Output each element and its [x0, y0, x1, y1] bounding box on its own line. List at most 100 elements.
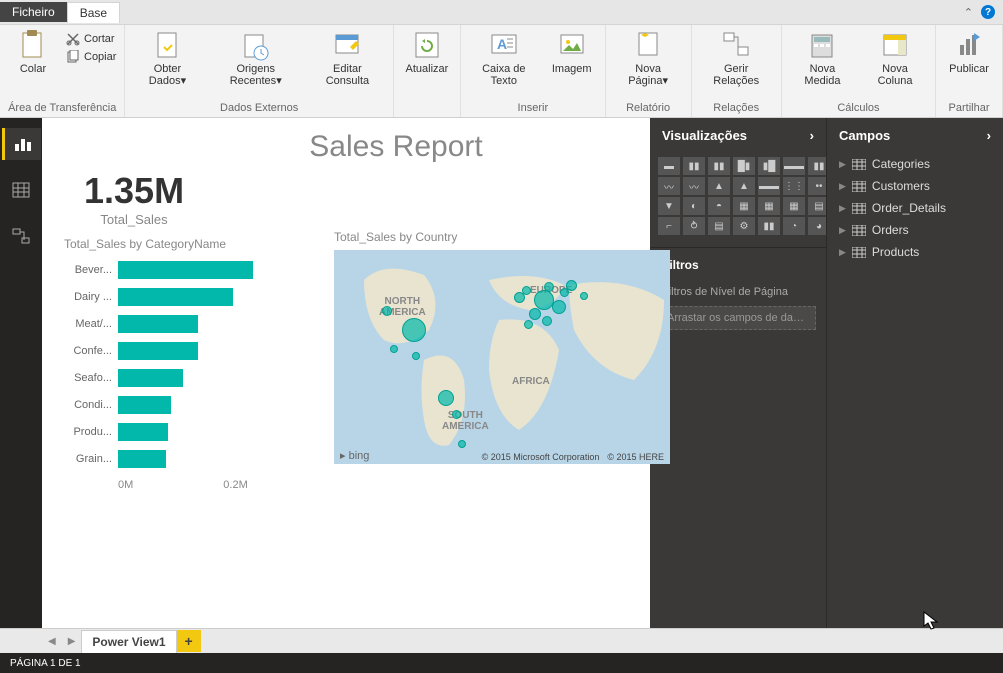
bar-row[interactable]: Meat/...	[64, 311, 284, 336]
new-page-icon	[632, 29, 664, 61]
add-page-button[interactable]: +	[177, 630, 201, 652]
share-label: Partilhar	[942, 102, 996, 115]
field-table[interactable]: ▶Customers	[827, 175, 1003, 197]
edit-query-button[interactable]: Editar Consulta	[308, 27, 387, 102]
table-icon	[852, 203, 866, 214]
tab-file[interactable]: Ficheiro	[0, 2, 67, 22]
viz-type-button[interactable]: █▮	[733, 157, 755, 175]
paste-button[interactable]: Colar	[6, 27, 60, 102]
image-button[interactable]: Imagem	[545, 27, 599, 102]
map-attribution: © 2015 Microsoft Corporation© 2015 HERE	[482, 452, 664, 462]
insert-label: Inserir	[467, 102, 599, 115]
tab-home[interactable]: Base	[67, 2, 120, 23]
viz-type-button[interactable]: ⥁	[683, 217, 705, 235]
field-table[interactable]: ▶Products	[827, 241, 1003, 263]
chevron-right-icon[interactable]: ›	[810, 128, 814, 143]
viz-type-button[interactable]: ▮▮	[683, 157, 705, 175]
edit-query-icon	[331, 29, 363, 61]
viz-type-button[interactable]: ▲	[708, 177, 730, 195]
get-data-button[interactable]: Obter Dados▾	[131, 27, 203, 102]
relations-label: Relações	[698, 102, 775, 115]
model-view-button[interactable]	[3, 220, 39, 252]
tab-next-icon[interactable]: ▶	[62, 636, 82, 647]
new-column-button[interactable]: Nova Coluna	[861, 27, 929, 102]
table-icon	[852, 225, 866, 236]
help-icon[interactable]: ?	[981, 5, 995, 19]
viz-type-button[interactable]: ⚙	[733, 217, 755, 235]
viz-type-button[interactable]: ▮▮	[708, 157, 730, 175]
refresh-button[interactable]: Atualizar	[400, 27, 454, 102]
page-filters-label: Filtros de Nível de Página	[650, 282, 826, 302]
new-page-button[interactable]: Nova Página▾	[612, 27, 685, 102]
viz-type-button[interactable]: ▼	[658, 197, 680, 215]
viz-type-button[interactable]: ▬▬	[783, 157, 805, 175]
bar-row[interactable]: Produ...	[64, 419, 284, 444]
world-map-icon	[334, 250, 670, 464]
recent-sources-button[interactable]: Origens Recentes▾	[208, 27, 304, 102]
new-measure-button[interactable]: Nova Medida	[788, 27, 857, 102]
filter-drop-zone[interactable]: Arrastar os campos de dados...	[660, 306, 816, 330]
external-data-label: Dados Externos	[131, 102, 387, 115]
viz-type-button[interactable]: ◔	[783, 217, 805, 235]
tab-prev-icon[interactable]: ◀	[42, 636, 62, 647]
bar-row[interactable]: Bever...	[64, 257, 284, 282]
viz-pane-title: Visualizações	[662, 128, 747, 143]
get-data-icon	[151, 29, 183, 61]
measure-icon	[806, 29, 838, 61]
map-visual[interactable]: Total_Sales by Country NORTHAMERICA SOUT…	[334, 230, 670, 464]
publish-button[interactable]: Publicar	[942, 27, 996, 102]
viz-type-button[interactable]: ▬	[658, 157, 680, 175]
page-tab-bar: ◀ ▶ Power View1 +	[0, 628, 1003, 653]
relations-icon	[720, 29, 752, 61]
svg-text:A: A	[497, 36, 507, 52]
field-table[interactable]: ▶Orders	[827, 219, 1003, 241]
viz-type-button[interactable]: ◓	[708, 197, 730, 215]
textbox-button[interactable]: A Caixa de Texto	[467, 27, 541, 102]
chevron-right-icon[interactable]: ›	[987, 128, 991, 143]
bar-chart-icon	[14, 136, 32, 152]
bar-row[interactable]: Grain...	[64, 446, 284, 471]
viz-type-button[interactable]: ▮▮	[758, 217, 780, 235]
viz-type-button[interactable]: ▬▬	[758, 177, 780, 195]
viz-type-button[interactable]: ▲	[733, 177, 755, 195]
viz-type-button[interactable]: ⋮⋮	[783, 177, 805, 195]
report-view-button[interactable]	[2, 128, 41, 160]
bar-row[interactable]: Condi...	[64, 392, 284, 417]
viz-type-button[interactable]: ◐	[683, 197, 705, 215]
manage-relations-button[interactable]: Gerir Relações	[698, 27, 775, 102]
image-icon	[556, 29, 588, 61]
publish-icon	[953, 29, 985, 61]
report-canvas[interactable]: Sales Report 1.35M Total_Sales Total_Sal…	[42, 118, 650, 628]
bar-row[interactable]: Confe...	[64, 338, 284, 363]
map-title: Total_Sales by Country	[334, 230, 670, 244]
field-table[interactable]: ▶Order_Details	[827, 197, 1003, 219]
page-status: PÁGINA 1 DE 1	[10, 658, 81, 669]
viz-type-button[interactable]: ▦	[733, 197, 755, 215]
collapse-ribbon-icon[interactable]: ⌃	[964, 6, 973, 19]
viz-type-button[interactable]: 〰	[683, 177, 705, 195]
kpi-card[interactable]: 1.35M Total_Sales	[84, 170, 184, 227]
calc-label: Cálculos	[788, 102, 929, 115]
bar-row[interactable]: Seafo...	[64, 365, 284, 390]
left-nav	[0, 118, 42, 628]
viz-type-button[interactable]: ▤	[708, 217, 730, 235]
table-icon	[852, 159, 866, 170]
textbox-icon: A	[488, 29, 520, 61]
refresh-icon	[411, 29, 443, 61]
copy-button[interactable]: Copiar	[64, 49, 118, 65]
bar-row[interactable]: Dairy ...	[64, 284, 284, 309]
cut-button[interactable]: Cortar	[64, 31, 118, 47]
page-tab[interactable]: Power View1	[81, 630, 176, 653]
recent-icon	[240, 29, 272, 61]
viz-type-button[interactable]: ▦	[758, 197, 780, 215]
filters-header: Filtros	[650, 247, 826, 282]
viz-type-button[interactable]: 〰	[658, 177, 680, 195]
bar-chart-visual[interactable]: Total_Sales by CategoryName Bever...Dair…	[64, 227, 284, 491]
scissors-icon	[66, 32, 80, 46]
data-view-button[interactable]	[3, 174, 39, 206]
field-table[interactable]: ▶Categories	[827, 153, 1003, 175]
kpi-value: 1.35M	[84, 170, 184, 212]
viz-type-button[interactable]: ▦	[783, 197, 805, 215]
viz-type-button[interactable]: ▮█	[758, 157, 780, 175]
bar-chart-title: Total_Sales by CategoryName	[64, 237, 284, 251]
